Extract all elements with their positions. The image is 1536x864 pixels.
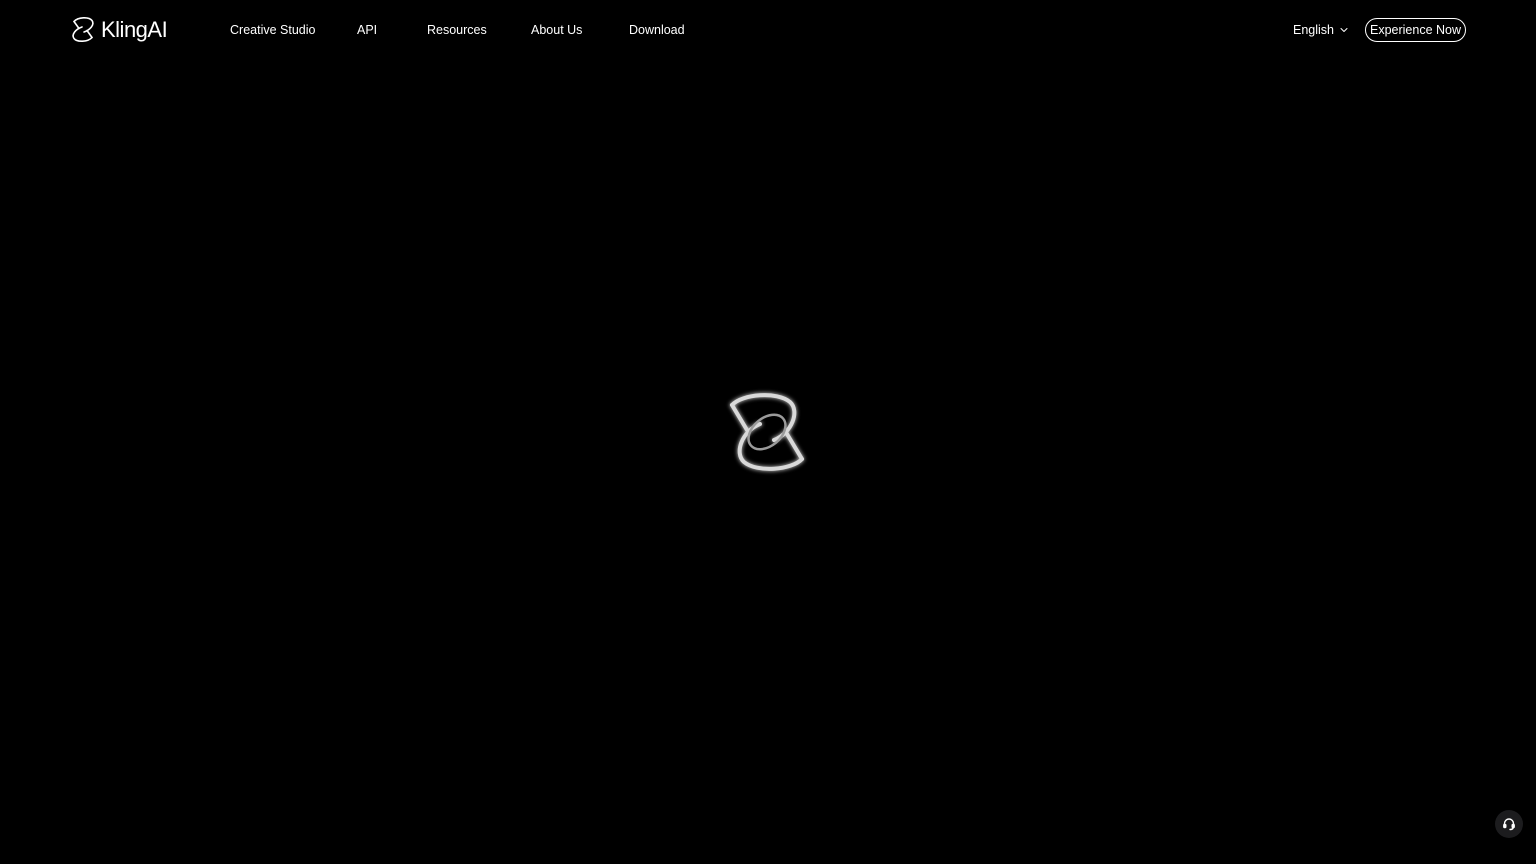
nav-item-download[interactable]: Download — [629, 22, 685, 38]
experience-now-button[interactable]: Experience Now — [1365, 18, 1466, 42]
language-selector[interactable]: English — [1293, 22, 1348, 38]
brand-logo[interactable]: KlingAI — [70, 16, 168, 43]
nav-item-about-us[interactable]: About Us — [531, 22, 582, 38]
nav-item-creative-studio[interactable]: Creative Studio — [230, 22, 315, 38]
page: KlingAI Creative Studio API Resources Ab… — [0, 0, 1536, 864]
kling-logo-icon — [72, 17, 94, 42]
experience-now-label: Experience Now — [1369, 23, 1461, 37]
nav-item-api[interactable]: API — [357, 22, 377, 38]
loading-indicator — [722, 388, 812, 478]
chevron-down-icon — [1340, 28, 1348, 32]
kling-logo-loading-icon — [730, 393, 804, 471]
brand-name: KlingAI — [101, 17, 168, 42]
language-label: English — [1293, 23, 1334, 37]
customer-support-button[interactable] — [1495, 810, 1523, 838]
nav-item-resources[interactable]: Resources — [427, 22, 487, 38]
headset-icon — [1503, 818, 1515, 831]
top-navigation-bar: KlingAI Creative Studio API Resources Ab… — [0, 0, 1536, 60]
